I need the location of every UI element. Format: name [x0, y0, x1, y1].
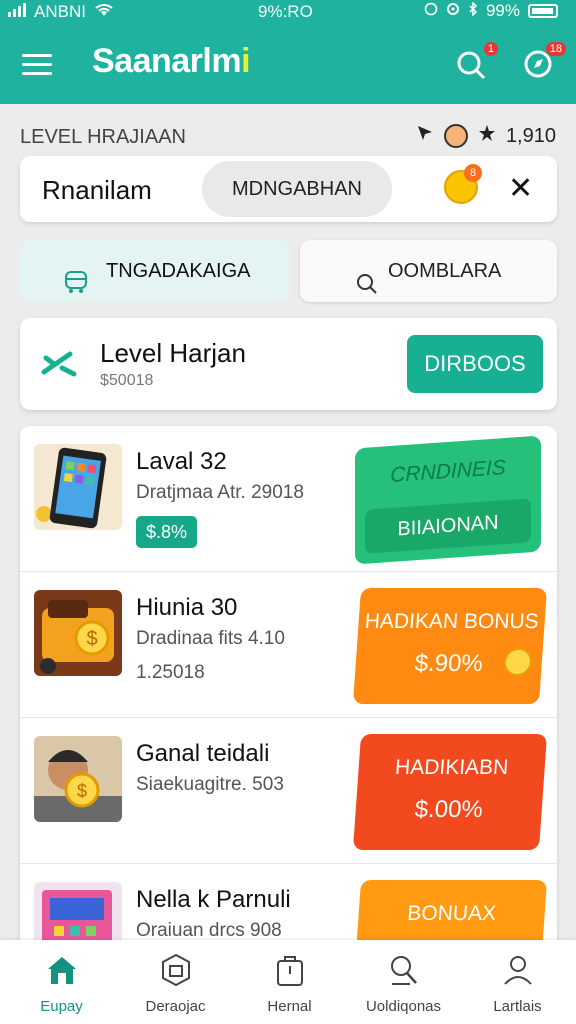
compass-button[interactable]: 18 — [522, 42, 566, 84]
status-right: 99% — [424, 1, 558, 21]
pin-icon — [416, 124, 434, 148]
coin-button[interactable]: 8 — [444, 164, 482, 204]
nav-label: Hernal — [267, 998, 312, 1015]
phone-thumbnail — [34, 444, 122, 530]
offer-promo-green[interactable]: CRNDINEIS BIIAIONAN — [355, 435, 541, 565]
level-header: LEVEL HRAJIAAN 1,910 — [20, 124, 556, 152]
home-icon — [48, 957, 76, 984]
search-icon — [457, 51, 486, 80]
bag-icon — [277, 956, 303, 986]
top-bar: ANBNI 9%:RO 99% Saanarlmi 1 18 — [0, 0, 576, 104]
promo-line1: HADIKAN BONUS — [363, 610, 540, 633]
battery-percent: 99% — [485, 1, 520, 20]
promo-line1: CRNDINEIS — [390, 455, 506, 488]
offer-promo-red[interactable]: HADIKIABN $.00% — [352, 734, 548, 850]
nav-item-profile[interactable]: Lartlais — [460, 940, 575, 1024]
alarm-icon — [424, 1, 438, 21]
offer-item[interactable]: $ Ganal teidali Siaekuagitre. 503 HADIKI… — [20, 718, 557, 864]
app-title-dot: i — [241, 42, 251, 80]
filter-a-label: TNGADAKAIGA — [106, 260, 251, 282]
coin-badge: 8 — [464, 164, 482, 182]
offer-title: Nella k Parnuli — [136, 886, 291, 913]
promo-button-label: BIIAIONAN — [397, 511, 499, 541]
close-icon[interactable]: ✕ — [508, 174, 533, 204]
offer-subtitle: Dradinaa fits 4.10 — [136, 628, 285, 649]
avatar[interactable] — [443, 124, 468, 148]
signal-icon — [8, 2, 26, 22]
nav-item-search[interactable]: Uoldiqonas — [346, 940, 461, 1024]
search-pill-button[interactable]: MDNGABHAN — [202, 161, 392, 217]
level-card-button[interactable]: DIRBOOS — [407, 335, 543, 393]
nav-label: Eupay — [40, 998, 83, 1015]
status-left: ANBNI — [8, 2, 114, 22]
nav-label: Lartlais — [493, 998, 542, 1015]
nav-item-bag[interactable]: Hernal — [232, 940, 347, 1024]
status-bar: ANBNI 9%:RO 99% — [0, 0, 576, 24]
shuffle-icon — [40, 346, 80, 382]
offer-tag: $.8% — [136, 516, 198, 548]
offer-amount: 1.25018 — [136, 662, 205, 683]
offer-promo-orange[interactable]: HADIKAN BONUS $.90% — [352, 588, 548, 704]
level-card-subtitle: $50018 — [100, 372, 154, 389]
status-center: 9%:RO — [258, 2, 313, 21]
level-stats: 1,910 — [416, 124, 556, 148]
nav-item-cube[interactable]: Deraojac — [118, 940, 233, 1024]
nav-label: Deraojac — [145, 998, 206, 1015]
offer-title: Hiunia 30 — [136, 594, 238, 621]
filter-b-label: OOMBLARA — [388, 260, 502, 282]
person-icon — [504, 956, 532, 985]
menu-icon[interactable] — [22, 52, 54, 78]
carrier-name: ANBNI — [34, 2, 86, 21]
search-label: Rnanilam — [42, 175, 152, 205]
offer-list: Laval 32 Dratjmaa Atr. 29018 $.8% CRNDIN… — [20, 426, 557, 956]
offer-subtitle: Siaekuagitre. 503 — [136, 774, 284, 795]
level-count: 1,910 — [505, 124, 556, 147]
nav-item-home[interactable]: Eupay — [4, 940, 119, 1024]
bottom-nav: Eupay Deraojac Hernal Uoldiqonas Lartlai… — [0, 940, 576, 1024]
filter-button-a[interactable]: TNGADAKAIGA — [20, 240, 290, 302]
bluetooth-icon — [468, 1, 478, 21]
search-card: Rnanilam MDNGABHAN 8 ✕ — [20, 156, 557, 222]
promo-line1: BONUAX — [406, 902, 497, 925]
offer-title: Laval 32 — [136, 448, 227, 475]
filter-button-b[interactable]: OOMBLARA — [300, 240, 557, 302]
search-icon — [391, 956, 417, 985]
app-title: Saanarlmi — [92, 42, 251, 81]
search-icon — [356, 258, 378, 320]
notification-badge: 1 — [483, 42, 498, 56]
offer-title: Ganal teidali — [136, 740, 270, 767]
search-notification-button[interactable]: 1 — [454, 42, 498, 84]
bus-icon — [62, 258, 90, 320]
svg-text:$: $ — [77, 781, 87, 801]
offer-item[interactable]: Laval 32 Dratjmaa Atr. 29018 $.8% CRNDIN… — [20, 426, 557, 572]
promo-button[interactable]: BIIAIONAN — [365, 498, 531, 554]
promo-line1: HADIKIABN — [394, 756, 510, 779]
level-card-title: Level Harjan — [100, 338, 246, 368]
level-card: Level Harjan $50018 DIRBOOS — [20, 318, 557, 410]
wifi-icon — [94, 2, 114, 22]
app-title-main: Saanarlm — [92, 42, 242, 80]
star-icon — [478, 124, 496, 148]
person-thumbnail: $ — [34, 736, 122, 822]
offer-item[interactable]: $ Hiunia 30 Dradinaa fits 4.10 1.25018 H… — [20, 572, 557, 718]
compass-badge: 18 — [545, 42, 566, 56]
battery-icon — [528, 4, 558, 18]
svg-text:$: $ — [86, 628, 97, 650]
app-bar: Saanarlmi 1 18 — [0, 28, 576, 104]
location-icon — [446, 1, 460, 21]
promo-line2: $.00% — [413, 796, 484, 823]
nav-label: Uoldiqonas — [365, 998, 442, 1015]
offer-subtitle: Dratjmaa Atr. 29018 — [136, 482, 304, 503]
cube-icon — [162, 953, 190, 987]
offer-subtitle: Oraiuan drcs 908 — [136, 920, 282, 941]
wallet-thumbnail: $ — [34, 590, 122, 676]
level-title: LEVEL HRAJIAAN — [20, 126, 186, 148]
